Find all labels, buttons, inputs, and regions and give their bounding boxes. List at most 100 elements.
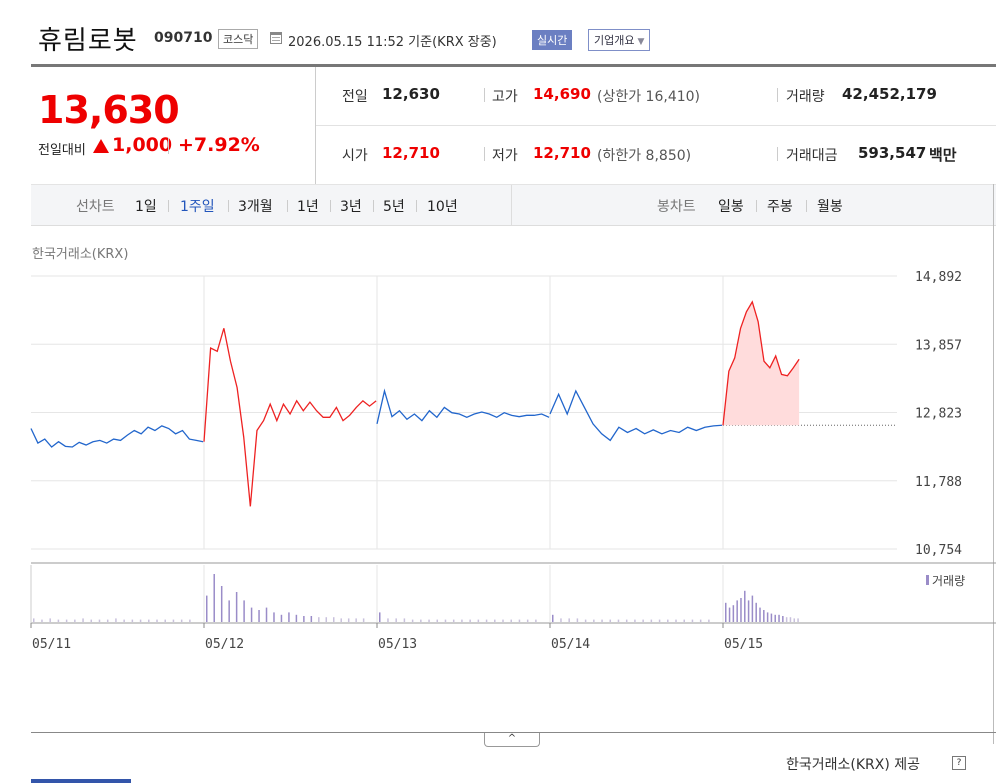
- volume-bar: [206, 595, 208, 622]
- volume-bar: [708, 619, 710, 622]
- volume-bar: [699, 619, 702, 622]
- volume-bar: [461, 619, 463, 622]
- volume-bar: [469, 619, 471, 622]
- volume-bar: [318, 617, 320, 622]
- volume-bar: [584, 619, 587, 622]
- volume-bar: [420, 619, 422, 622]
- volume-bar: [778, 614, 780, 622]
- volume-bar: [228, 600, 230, 622]
- price-chart: 14,892 13,857 12,823 11,788 10,754 05/11 05/12…: [30, 270, 996, 652]
- volume-bar: [156, 619, 158, 622]
- volume-bar: [387, 618, 389, 622]
- volume-bar: [617, 619, 620, 622]
- volume-bar: [189, 619, 191, 622]
- volume-bar: [325, 617, 328, 622]
- volume-bar: [485, 619, 488, 622]
- volume-bar: [395, 618, 397, 622]
- volume-bar: [494, 619, 496, 622]
- volume-bar: [782, 616, 784, 622]
- x-tick-label: 05/14: [551, 637, 590, 652]
- volume-bar: [576, 618, 579, 622]
- volume-bar: [675, 619, 677, 622]
- volume-bar: [106, 619, 109, 622]
- volume-bar: [362, 618, 365, 622]
- volume-bar: [770, 613, 773, 622]
- volume-bar: [332, 617, 335, 622]
- volume-bar: [667, 619, 669, 622]
- volume-bar: [797, 618, 799, 622]
- volume-bar: [552, 614, 554, 622]
- y-tick-label: 10,754: [915, 543, 962, 558]
- volume-bar: [355, 618, 357, 622]
- volume-bar: [535, 619, 537, 622]
- chart-grid: [30, 275, 996, 624]
- volume-bar: [213, 574, 215, 622]
- volume-bar: [347, 618, 350, 622]
- volume-bars: [33, 574, 799, 622]
- volume-bar: [518, 619, 521, 622]
- chart-labels: 14,892 13,857 12,823 11,788 10,754 05/11 05/12…: [30, 270, 965, 652]
- volume-bar: [625, 619, 628, 622]
- volume-bar: [411, 619, 414, 622]
- volume-bar: [164, 619, 166, 622]
- volume-bar: [280, 614, 283, 622]
- volume-bar: [568, 618, 570, 622]
- volume-bar: [793, 618, 796, 622]
- volume-bar: [789, 617, 792, 622]
- help-icon[interactable]: ?: [952, 756, 966, 770]
- volume-bar: [33, 618, 35, 622]
- volume-legend-swatch: [926, 575, 929, 585]
- price-line-05-12: [203, 328, 377, 507]
- volume-bar: [57, 619, 60, 622]
- volume-bar: [115, 618, 117, 622]
- volume-bar: [428, 619, 430, 622]
- volume-bar: [747, 600, 750, 622]
- volume-bar: [82, 618, 84, 622]
- y-tick-label: 12,823: [915, 407, 962, 422]
- price-line-05-11: [30, 425, 204, 448]
- volume-bar: [609, 619, 612, 622]
- volume-bar: [774, 614, 776, 622]
- volume-bar: [634, 619, 636, 622]
- volume-bar: [650, 619, 653, 622]
- volume-bar: [49, 618, 51, 622]
- volume-bar: [502, 619, 504, 622]
- volume-legend-label: 거래량: [932, 574, 965, 588]
- volume-bar: [295, 614, 298, 622]
- volume-bar: [148, 619, 150, 622]
- volume-bar: [732, 605, 735, 622]
- volume-bar: [642, 619, 644, 622]
- volume-bar: [220, 586, 223, 622]
- volume-bar: [310, 616, 313, 622]
- volume-bar: [510, 619, 512, 622]
- volume-bar: [683, 619, 685, 622]
- up-area-fill: [723, 301, 800, 426]
- volume-bar: [139, 619, 142, 622]
- volume-bar: [172, 619, 175, 622]
- volume-bar: [725, 602, 727, 622]
- chart-lines: [30, 300, 800, 507]
- price-line-05-13: [376, 388, 550, 425]
- volume-bar: [74, 619, 76, 622]
- collapse-button[interactable]: ^: [484, 733, 540, 747]
- volume-bar: [235, 592, 238, 622]
- volume-bar: [180, 619, 183, 622]
- volume-bar: [785, 617, 788, 622]
- y-tick-label: 14,892: [915, 270, 962, 285]
- volume-bar: [41, 619, 43, 622]
- volume-bar: [751, 595, 754, 622]
- volume-bar: [303, 616, 305, 622]
- tab-indicator: [31, 779, 131, 783]
- volume-bar: [123, 619, 125, 622]
- volume-bar: [340, 618, 342, 622]
- volume-bar: [273, 612, 275, 622]
- volume-bar: [763, 610, 765, 622]
- volume-bar: [452, 619, 455, 622]
- volume-bar: [243, 600, 245, 622]
- volume-bar: [691, 619, 694, 622]
- volume-bar: [444, 619, 447, 622]
- volume-bar: [766, 612, 769, 622]
- volume-bar: [658, 619, 661, 622]
- chart-fill-area: [723, 301, 800, 426]
- volume-bar: [744, 590, 746, 622]
